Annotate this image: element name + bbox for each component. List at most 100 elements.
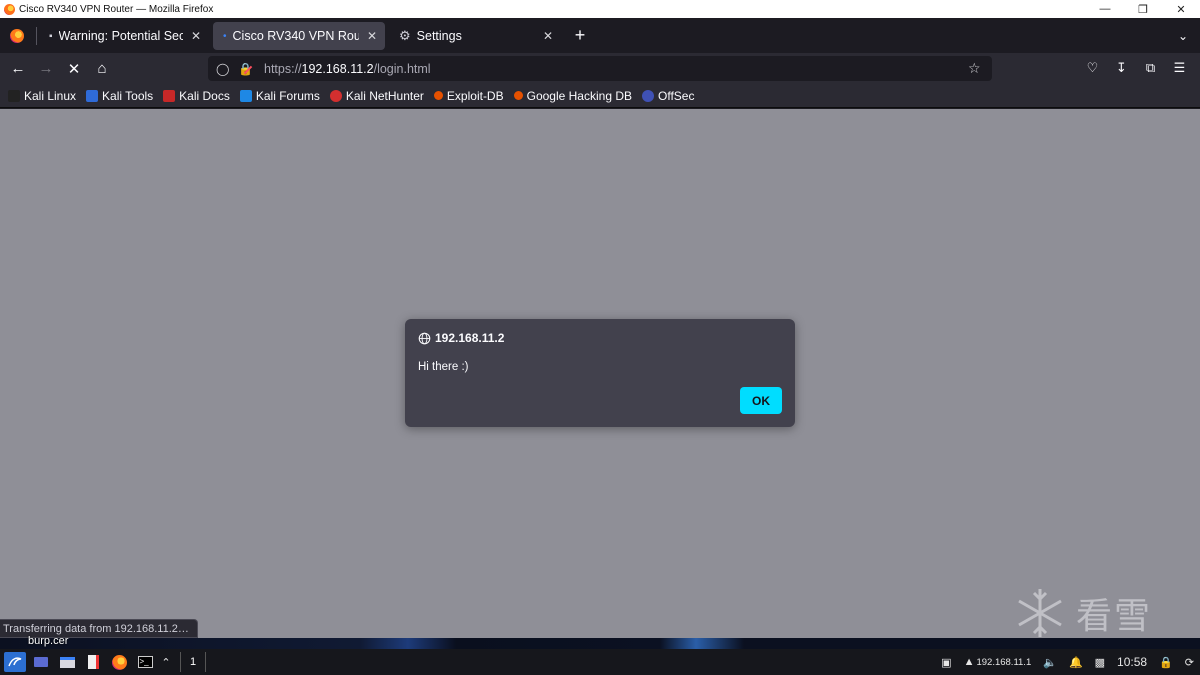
bookmark-star-icon[interactable]: ☆ <box>968 60 992 77</box>
bookmark-label: Google Hacking DB <box>526 88 632 103</box>
bookmark-offsec[interactable]: OffSec <box>642 89 694 103</box>
pocket-icon[interactable]: ♡ <box>1078 54 1107 82</box>
volume-icon[interactable]: 🔈 <box>1043 656 1057 669</box>
url-text[interactable]: https://192.168.11.2/login.html <box>264 62 968 76</box>
text-editor-icon[interactable] <box>82 652 104 672</box>
firefox-app-icon <box>4 3 15 15</box>
nav-bar: ← → ✕ ⌂ ◯ 🔒 https://192.168.11.2/login.h… <box>0 53 1200 84</box>
screen: Cisco RV340 VPN Router — Mozilla Firefox… <box>0 0 1200 675</box>
tab-close-icon[interactable]: ✕ <box>191 29 201 43</box>
ok-button[interactable]: OK <box>740 387 782 414</box>
shield-icon[interactable]: ◯ <box>216 62 232 76</box>
bookmark-kali-docs[interactable]: Kali Docs <box>163 89 230 103</box>
clock[interactable]: 10:58 <box>1117 655 1147 669</box>
kali-menu-icon[interactable] <box>4 652 26 672</box>
chevron-down-icon[interactable]: ⌄ <box>1166 18 1200 53</box>
bookmark-kali-tools[interactable]: Kali Tools <box>86 89 153 103</box>
downloads-icon[interactable]: ↧ <box>1107 54 1136 82</box>
firefox-logo-icon <box>10 28 24 43</box>
url-scheme: https:// <box>264 61 302 76</box>
window-titlebar: Cisco RV340 VPN Router — Mozilla Firefox… <box>0 0 1200 18</box>
bookmark-label: Kali Tools <box>102 88 154 103</box>
lock-screen-icon[interactable]: 🔒 <box>1159 656 1173 669</box>
bookmark-label: Kali Docs <box>179 88 230 103</box>
loading-dot-icon: • <box>223 30 227 42</box>
tab-separator <box>36 26 37 45</box>
kali-dragon-logo-icon <box>8 657 22 667</box>
watermark: 看雪 <box>1012 585 1152 641</box>
insecure-lock-icon[interactable]: 🔒 <box>238 62 254 76</box>
restore-icon[interactable]: ❐ <box>1124 0 1162 18</box>
tab-close-icon[interactable]: ✕ <box>543 29 553 43</box>
kali-dragon-icon <box>8 89 20 102</box>
tab-label: Settings <box>416 29 462 43</box>
forward-button[interactable]: → <box>32 55 60 83</box>
watermark-text: 看雪 <box>1076 596 1153 637</box>
close-icon[interactable]: ✕ <box>1162 0 1200 18</box>
notification-bell-icon[interactable]: 🔔 <box>1069 656 1083 669</box>
chevron-up-icon[interactable]: ⌃ <box>160 652 172 672</box>
url-bar[interactable]: ◯ 🔒 https://192.168.11.2/login.html ☆ <box>208 56 992 81</box>
toolbar-right: ♡ ↧ ⧉ ☰ <box>1078 54 1194 82</box>
bookmark-label: Kali NetHunter <box>345 88 424 103</box>
url-path: /login.html <box>373 61 431 76</box>
bookmark-label: Kali Linux <box>24 88 77 103</box>
firefox-taskbar-icon[interactable] <box>108 652 130 672</box>
display-icon[interactable]: ▣ <box>941 656 951 669</box>
power-icon[interactable]: ⟳ <box>1185 656 1194 669</box>
back-button[interactable]: ← <box>4 55 32 83</box>
dialog-header: 192.168.11.2 <box>418 331 504 345</box>
bookmark-google-hacking-db[interactable]: Google Hacking DB <box>513 88 632 103</box>
battery-lock-icon[interactable]: ▩ <box>1095 656 1105 669</box>
nethunter-icon <box>329 89 342 102</box>
tab-close-icon[interactable]: ✕ <box>367 29 377 43</box>
tab-strip: ▪ Warning: Potential Secur ✕ • Cisco RV3… <box>0 18 1200 53</box>
bookmark-kali-forums[interactable]: Kali Forums <box>239 88 320 103</box>
terminal-icon[interactable]: >_ <box>134 652 156 672</box>
bookmark-label: OffSec <box>658 88 695 103</box>
bookmark-exploit-db[interactable]: Exploit-DB <box>433 88 504 103</box>
tab-cisco-router[interactable]: • Cisco RV340 VPN Router ✕ <box>213 22 385 50</box>
kali-forums-icon <box>239 89 252 102</box>
firefox-logo-icon <box>111 654 127 670</box>
bookmark-label: Exploit-DB <box>446 88 504 103</box>
new-tab-button[interactable]: + <box>565 18 595 53</box>
url-host: 192.168.11.2 <box>301 61 374 76</box>
file-manager-icon[interactable] <box>56 652 78 672</box>
bookmarks-bar: Kali Linux Kali Tools Kali Docs Kali For… <box>0 84 1200 108</box>
extensions-icon[interactable]: ⧉ <box>1136 54 1165 82</box>
bookmark-kali-nethunter[interactable]: Kali NetHunter <box>329 88 424 103</box>
gear-icon: ⚙ <box>399 28 411 43</box>
network-ip: 192.168.11.1 <box>976 656 1032 668</box>
taskbar: >_ ⌃ 1 ▣ ▲ 192.168.11.1 🔈 🔔 ▩ 10:58 🔒 ⟳ <box>0 649 1200 675</box>
show-desktop-icon[interactable] <box>30 652 52 672</box>
menu-icon[interactable]: ☰ <box>1165 54 1194 82</box>
warning-icon: ▪ <box>49 30 53 42</box>
exploit-db-icon <box>433 91 443 100</box>
tab-settings[interactable]: ⚙ Settings ✕ <box>389 22 561 50</box>
network-icon[interactable]: ▲ <box>964 656 975 668</box>
bookmark-label: Kali Forums <box>255 88 320 103</box>
home-button[interactable]: ⌂ <box>88 55 116 83</box>
ghdb-icon <box>513 91 523 100</box>
tab-label: Warning: Potential Secur <box>58 29 183 43</box>
kali-docs-icon <box>163 89 176 102</box>
desktop-file-label[interactable]: burp.cer <box>28 635 68 647</box>
stop-button[interactable]: ✕ <box>60 55 88 83</box>
offsec-icon <box>642 89 654 102</box>
minimize-icon[interactable]: — <box>1086 0 1124 18</box>
snowflake-icon <box>1018 589 1062 637</box>
alert-dialog: 192.168.11.2 Hi there :) OK <box>405 319 795 427</box>
window-title: Cisco RV340 VPN Router — Mozilla Firefox <box>19 3 214 15</box>
globe-icon <box>418 332 431 344</box>
system-tray: ▣ ▲ 192.168.11.1 🔈 🔔 ▩ 10:58 🔒 ⟳ <box>935 655 1200 669</box>
workspace-switcher[interactable]: 1 <box>180 652 206 672</box>
kali-tools-icon <box>86 89 99 102</box>
firefox-view-button[interactable] <box>0 18 34 53</box>
bookmark-kali-linux[interactable]: Kali Linux <box>8 89 76 103</box>
window-controls: — ❐ ✕ <box>1086 0 1200 18</box>
tab-label: Cisco RV340 VPN Router <box>232 29 359 43</box>
tab-warning[interactable]: ▪ Warning: Potential Secur ✕ <box>39 22 209 50</box>
dialog-origin: 192.168.11.2 <box>435 331 505 345</box>
dialog-message: Hi there :) <box>418 361 469 373</box>
